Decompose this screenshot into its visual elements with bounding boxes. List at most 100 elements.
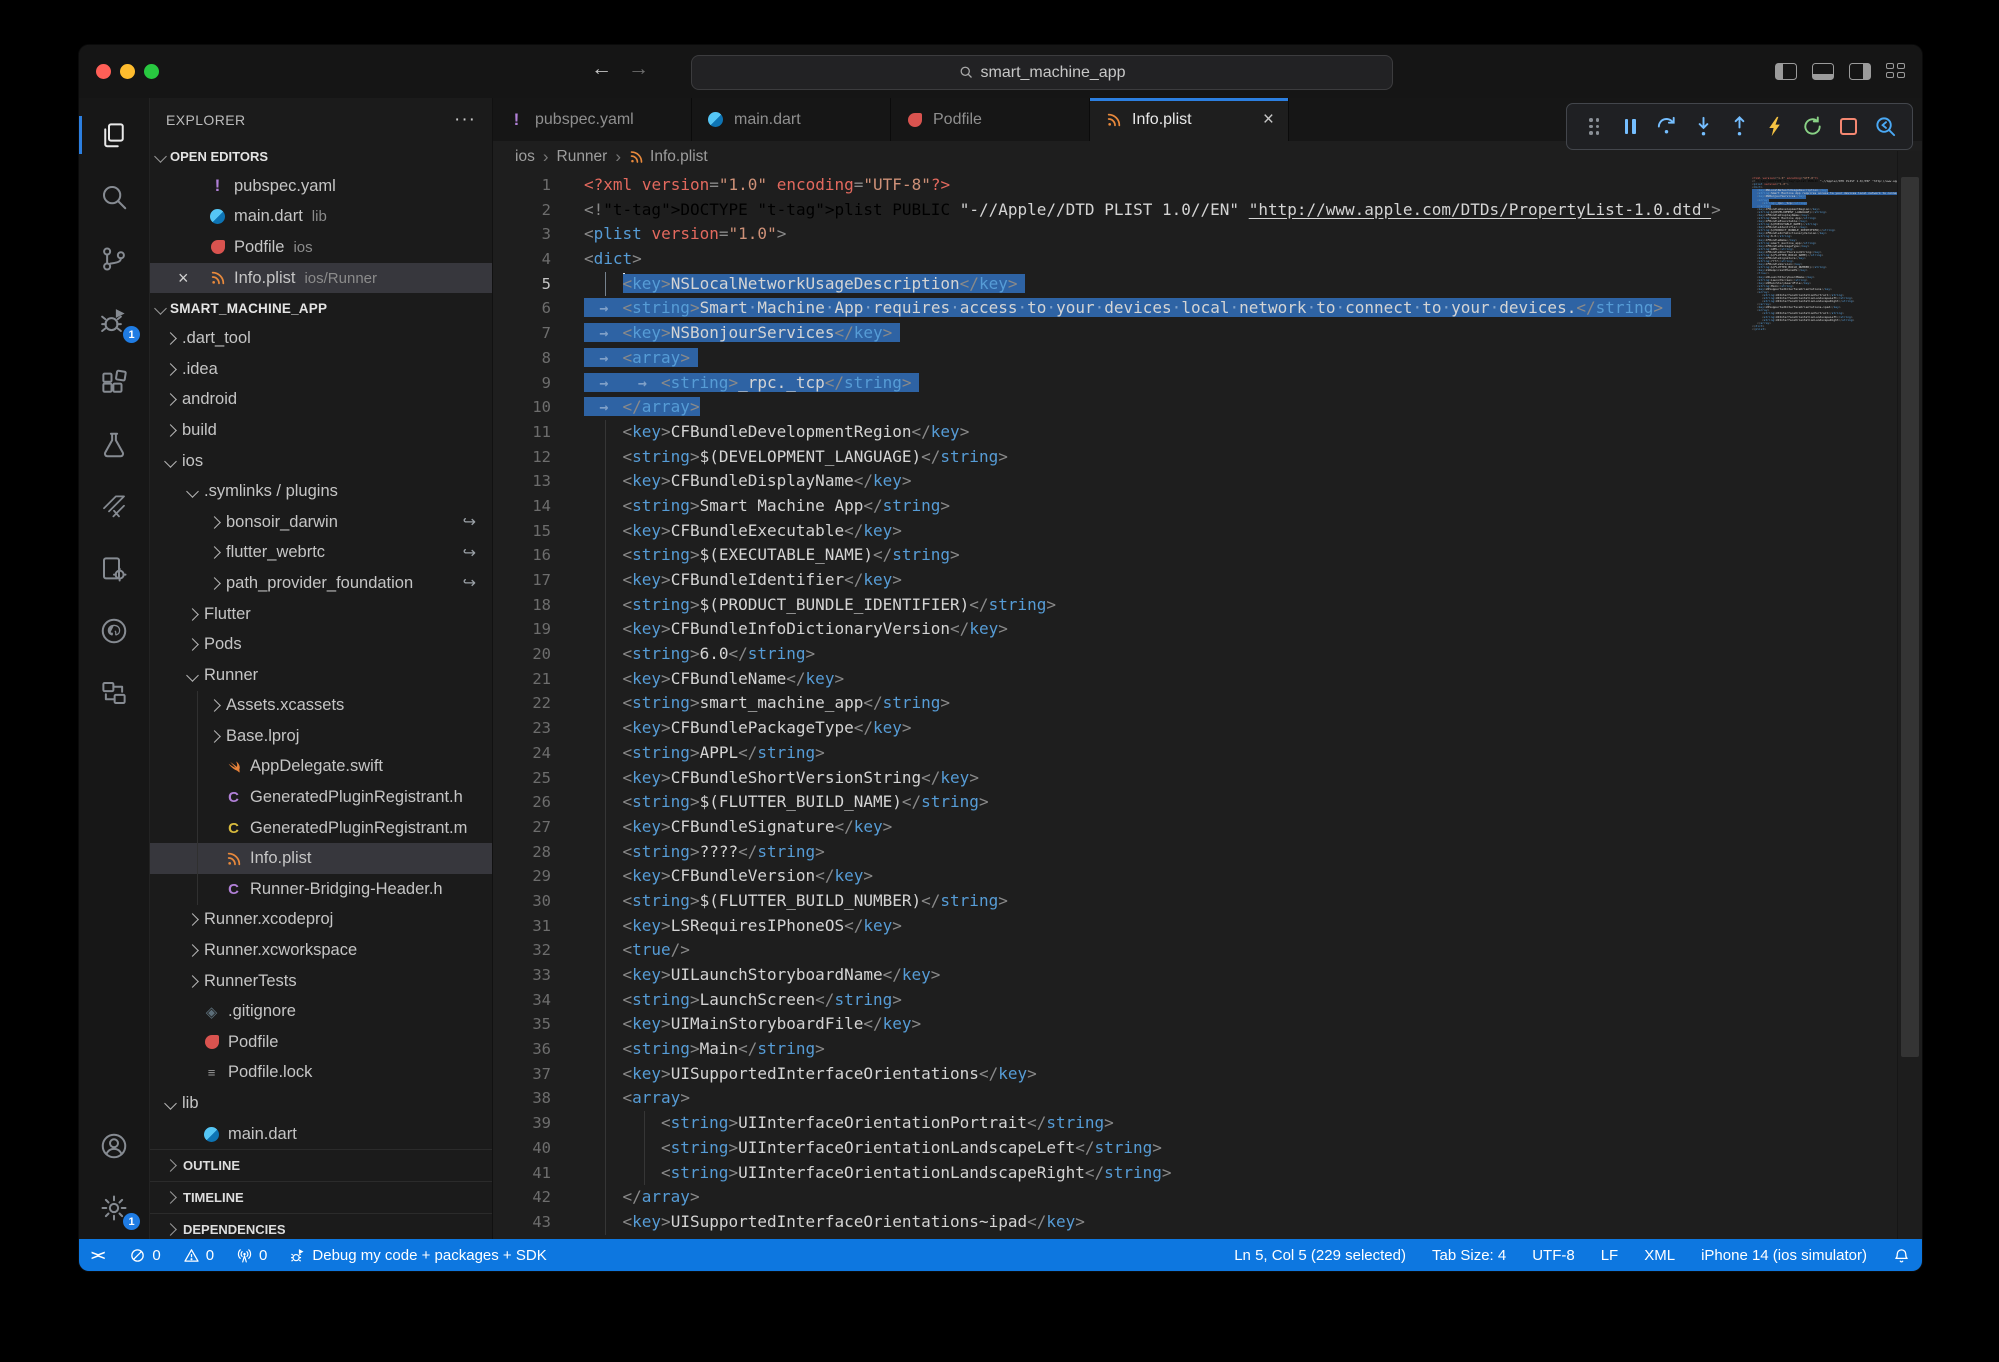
tab-main.dart[interactable]: main.dart (692, 98, 891, 141)
code-line-18[interactable]: 18<string>$(PRODUCT_BUNDLE_IDENTIFIER)</… (493, 593, 1898, 618)
code-line-6[interactable]: 6→<string>Smart·Machine·App·requires·acc… (493, 296, 1898, 321)
close-icon[interactable]: × (1263, 109, 1274, 131)
code-line-17[interactable]: 17<key>CFBundleIdentifier</key> (493, 568, 1898, 593)
tree-folder-.idea[interactable]: .idea (150, 354, 492, 385)
code-line-35[interactable]: 35<key>UIMainStoryboardFile</key> (493, 1012, 1898, 1037)
tree-folder-.symlinks / plugins[interactable]: .symlinks / plugins (150, 476, 492, 507)
activity-source-control[interactable] (79, 228, 149, 290)
minimize-window-button[interactable] (120, 64, 135, 79)
status-device-selector[interactable]: iPhone 14 (ios simulator) (1701, 1247, 1867, 1264)
code-line-25[interactable]: 25<key>CFBundleShortVersionString</key> (493, 766, 1898, 791)
status-notifications[interactable] (1893, 1247, 1910, 1264)
code-line-29[interactable]: 29<key>CFBundleVersion</key> (493, 864, 1898, 889)
code-line-31[interactable]: 31<key>LSRequiresIPhoneOS</key> (493, 914, 1898, 939)
code-line-15[interactable]: 15<key>CFBundleExecutable</key> (493, 519, 1898, 544)
status-warnings[interactable]: 0 (183, 1247, 214, 1264)
tree-folder-Runner[interactable]: Runner (150, 660, 492, 691)
activity-remote-explorer[interactable] (79, 662, 149, 724)
tab-pubspec.yaml[interactable]: !pubspec.yaml (493, 98, 692, 141)
code-line-5[interactable]: 5<key>NSLocalNetworkUsageDescription</ke… (493, 272, 1898, 297)
widget-inspector-button[interactable] (1873, 115, 1897, 139)
tree-folder-path_provider_foundation[interactable]: path_provider_foundation↪ (150, 568, 492, 599)
section-timeline[interactable]: TIMELINE (150, 1181, 492, 1213)
tree-file-AppDelegate.swift[interactable]: AppDelegate.swift (150, 752, 492, 783)
code-line-22[interactable]: 22<string>smart_machine_app</string> (493, 691, 1898, 716)
code-line-38[interactable]: 38<array> (493, 1086, 1898, 1111)
stop-button[interactable] (1837, 115, 1861, 139)
code-line-7[interactable]: 7→<key>NSBonjourServices</key> (493, 321, 1898, 346)
status-encoding[interactable]: UTF-8 (1532, 1247, 1575, 1264)
tree-folder-android[interactable]: android (150, 385, 492, 416)
command-center-search[interactable]: smart_machine_app (691, 55, 1393, 90)
pause-button[interactable] (1618, 115, 1642, 139)
tab-Info.plist[interactable]: Info.plist× (1090, 98, 1289, 141)
toggle-secondary-sidebar-icon[interactable] (1849, 63, 1871, 80)
tree-file-GeneratedPluginRegistrant.h[interactable]: CGeneratedPluginRegistrant.h (150, 782, 492, 813)
code-line-11[interactable]: 11<key>CFBundleDevelopmentRegion</key> (493, 420, 1898, 445)
code-line-32[interactable]: 32<true/> (493, 938, 1898, 963)
minimap[interactable]: <?xml version="1.0" encoding="UTF-8"?><!… (1752, 177, 1898, 1239)
tree-folder-flutter_webrtc[interactable]: flutter_webrtc↪ (150, 538, 492, 569)
code-line-19[interactable]: 19<key>CFBundleInfoDictionaryVersion</ke… (493, 617, 1898, 642)
section-outline[interactable]: OUTLINE (150, 1149, 492, 1181)
tree-file-Runner-Bridging-Header.h[interactable]: CRunner-Bridging-Header.h (150, 874, 492, 905)
activity-accounts[interactable] (79, 1115, 149, 1177)
customize-layout-icon[interactable] (1886, 63, 1906, 79)
activity-settings[interactable]: 1 (79, 1177, 149, 1239)
forward-icon[interactable]: → (628, 57, 649, 81)
code-line-13[interactable]: 13<key>CFBundleDisplayName</key> (493, 469, 1898, 494)
tree-file-.gitignore[interactable]: ◈.gitignore (150, 996, 492, 1027)
code-line-1[interactable]: 1<?xml version="1.0" encoding="UTF-8"?> (493, 173, 1898, 198)
tree-folder-Runner.xcworkspace[interactable]: Runner.xcworkspace (150, 935, 492, 966)
step-out-button[interactable] (1728, 115, 1752, 139)
tree-folder-Base.lproj[interactable]: Base.lproj (150, 721, 492, 752)
code-line-16[interactable]: 16<string>$(EXECUTABLE_NAME)</string> (493, 543, 1898, 568)
code-line-26[interactable]: 26<string>$(FLUTTER_BUILD_NAME)</string> (493, 790, 1898, 815)
open-editor-pubspec.yaml[interactable]: !pubspec.yaml (150, 171, 492, 202)
code-line-20[interactable]: 20<string>6.0</string> (493, 642, 1898, 667)
code-line-14[interactable]: 14<string>Smart Machine App</string> (493, 494, 1898, 519)
section-dependencies[interactable]: DEPENDENCIES (150, 1213, 492, 1239)
tree-file-main.dart[interactable]: main.dart (150, 1119, 492, 1150)
tree-folder-.dart_tool[interactable]: .dart_tool (150, 323, 492, 354)
tree-folder-Pods[interactable]: Pods (150, 629, 492, 660)
activity-extensions[interactable] (79, 352, 149, 414)
open-editors-header[interactable]: OPEN EDITORS (150, 141, 492, 171)
breadcrumb-ios[interactable]: ios (515, 148, 535, 166)
code-line-34[interactable]: 34<string>LaunchScreen</string> (493, 988, 1898, 1013)
tree-folder-RunnerTests[interactable]: RunnerTests (150, 966, 492, 997)
activity-run-and-debug[interactable]: 1 (79, 290, 149, 352)
code-line-9[interactable]: 9→→<string>_rpc._tcp</string> (493, 371, 1898, 396)
activity-testing[interactable] (79, 414, 149, 476)
code-line-30[interactable]: 30<string>$(FLUTTER_BUILD_NUMBER)</strin… (493, 889, 1898, 914)
tab-Podfile[interactable]: Podfile (891, 98, 1090, 141)
step-into-button[interactable] (1691, 115, 1715, 139)
status-eol[interactable]: LF (1601, 1247, 1619, 1264)
breadcrumb-Info.plist[interactable]: Info.plist (629, 148, 708, 167)
status-debug-launch[interactable]: Debug my code + packages + SDK (289, 1247, 546, 1264)
tree-folder-bonsoir_darwin[interactable]: bonsoir_darwin↪ (150, 507, 492, 538)
code-line-2[interactable]: 2<!"t-tag">DOCTYPE "t-tag">plist PUBLIC … (493, 198, 1898, 223)
scrollbar-thumb[interactable] (1901, 177, 1919, 1057)
code-line-24[interactable]: 24<string>APPL</string> (493, 741, 1898, 766)
code-line-40[interactable]: 40<string>UIInterfaceOrientationLandscap… (493, 1136, 1898, 1161)
status-language-mode[interactable]: XML (1644, 1247, 1675, 1264)
status-ports[interactable]: 0 (236, 1247, 267, 1264)
code-line-21[interactable]: 21<key>CFBundleName</key> (493, 667, 1898, 692)
back-icon[interactable]: ← (591, 57, 612, 81)
editor-scrollbar[interactable] (1897, 151, 1922, 1239)
project-root-header[interactable]: SMART_MACHINE_APP (150, 293, 492, 323)
restart-button[interactable] (1800, 115, 1824, 139)
open-editor-main.dart[interactable]: main.dartlib (150, 202, 492, 233)
code-line-10[interactable]: 10→</array> (493, 395, 1898, 420)
tree-file-Info.plist[interactable]: Info.plist (150, 843, 492, 874)
activity-github[interactable] (79, 600, 149, 662)
activity-search[interactable] (79, 166, 149, 228)
code-line-4[interactable]: 4<dict> (493, 247, 1898, 272)
code-line-3[interactable]: 3<plist version="1.0"> (493, 222, 1898, 247)
toggle-panel-icon[interactable] (1812, 63, 1834, 80)
tree-folder-Flutter[interactable]: Flutter (150, 599, 492, 630)
activity-flutter[interactable] (79, 476, 149, 538)
open-editor-Info.plist[interactable]: ×Info.plistios/Runner (150, 263, 492, 294)
tree-folder-ios[interactable]: ios (150, 446, 492, 477)
